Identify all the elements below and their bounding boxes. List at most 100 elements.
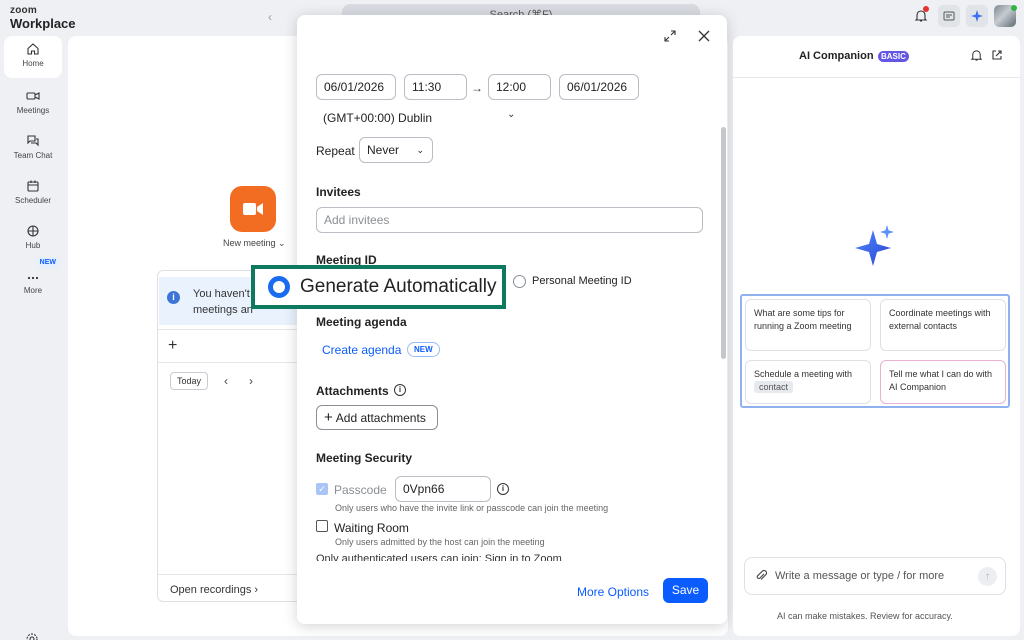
meeting-security-title: Meeting Security: [316, 451, 413, 465]
scrollbar[interactable]: [721, 127, 726, 359]
passcode-info-icon[interactable]: i: [497, 483, 509, 495]
plus-icon: +: [324, 409, 333, 426]
prev-day-chevron-icon[interactable]: ‹: [224, 374, 228, 388]
contact-pill: contact: [754, 381, 794, 393]
video-icon: [26, 92, 40, 100]
sidebar-item-label: Meetings: [16, 106, 50, 115]
logo-workplace-text: Workplace: [10, 16, 76, 31]
bell-icon[interactable]: [970, 49, 983, 65]
passcode-input[interactable]: 0Vpn66: [395, 476, 491, 502]
ai-sparkle-icon: [851, 222, 899, 273]
waiting-room-label: Waiting Room: [334, 521, 409, 535]
back-arrow-icon[interactable]: ‹: [268, 10, 272, 24]
sidebar-item-label: More: [23, 286, 43, 295]
divider: [733, 77, 1020, 78]
authenticated-users-label: Only authenticated users can join: Sign …: [316, 553, 562, 561]
sidebar-item-meetings[interactable]: Meetings: [4, 83, 62, 125]
new-meeting-button[interactable]: [230, 186, 276, 232]
basic-badge: BASIC: [878, 51, 909, 62]
expand-icon[interactable]: [663, 29, 677, 46]
top-right-icons: [910, 5, 1017, 27]
ai-disclaimer: AI can make mistakes. Review for accurac…: [777, 611, 953, 621]
suggestion-card[interactable]: Schedule a meeting with contact: [745, 360, 871, 404]
dialog-footer: More Options Save: [297, 575, 727, 624]
passcode-hint: Only users who have the invite link or p…: [335, 503, 609, 513]
whiteboard-icon[interactable]: [938, 5, 960, 27]
chat-icon: [27, 135, 39, 147]
today-button[interactable]: Today: [170, 372, 209, 390]
waiting-room-hint: Only users admitted by the host can join…: [335, 537, 545, 547]
end-time-field[interactable]: 12:00: [488, 74, 551, 100]
hub-icon: [27, 225, 39, 237]
sidebar-item-scheduler[interactable]: Scheduler: [4, 173, 62, 215]
waiting-room-checkbox[interactable]: [316, 520, 328, 532]
logo-zoom-text: zoom: [10, 5, 37, 16]
personal-meeting-id-label: Personal Meeting ID: [532, 275, 632, 287]
authenticated-users-row[interactable]: Only authenticated users can join: Sign …: [316, 553, 596, 561]
sidebar-item-home[interactable]: Home: [4, 36, 62, 78]
sidebar-item-more[interactable]: More NEW: [4, 257, 62, 305]
ai-input-placeholder: Write a message or type / for more: [775, 570, 945, 582]
calendar-icon: [27, 180, 39, 192]
personal-meeting-id-radio[interactable]: [513, 275, 526, 288]
info-icon[interactable]: i: [394, 384, 406, 396]
sidebar: Home Meetings Team Chat Scheduler Hub Mo…: [0, 32, 66, 640]
new-meeting-label: New meeting ⌄: [223, 238, 286, 248]
repeat-value: Never: [367, 143, 400, 157]
chevron-down-icon[interactable]: ⌄: [507, 109, 515, 120]
suggestion-card[interactable]: Tell me what I can do with AI Companion: [880, 360, 1006, 404]
arrow-right-icon: →: [471, 81, 483, 95]
suggestions-grid: What are some tips for running a Zoom me…: [740, 294, 1010, 408]
add-meeting-plus-icon[interactable]: +: [158, 329, 306, 363]
attachments-title: Attachments: [316, 384, 389, 398]
repeat-select[interactable]: Never ⌄: [359, 137, 433, 163]
start-date-field[interactable]: 06/01/2026: [316, 74, 396, 100]
sidebar-item-label: Home: [22, 59, 44, 68]
start-time-field[interactable]: 11:30: [404, 74, 467, 100]
generate-automatically-radio[interactable]: [268, 276, 290, 298]
suggestion-card[interactable]: Coordinate meetings with external contac…: [880, 299, 1006, 351]
sidebar-item-label: Hub: [25, 241, 41, 250]
ai-companion-sparkle-icon[interactable]: [966, 5, 988, 27]
sidebar-item-label: Team Chat: [13, 151, 53, 160]
save-button[interactable]: Save: [663, 578, 708, 603]
passcode-checkbox[interactable]: ✓: [316, 483, 328, 495]
new-badge: NEW: [35, 257, 60, 268]
send-arrow-icon[interactable]: ↑: [978, 567, 997, 586]
timezone-select[interactable]: (GMT+00:00) Dublin: [323, 111, 432, 125]
generate-automatically-option[interactable]: Generate Automatically: [251, 265, 506, 309]
video-camera-icon: [243, 203, 263, 215]
add-attachments-label: Add attachments: [335, 411, 426, 425]
repeat-label: Repeat: [316, 144, 355, 158]
suggestion-card[interactable]: What are some tips for running a Zoom me…: [745, 299, 871, 351]
user-avatar[interactable]: [994, 5, 1017, 27]
paperclip-icon[interactable]: [755, 569, 768, 585]
sidebar-item-team-chat[interactable]: Team Chat: [4, 128, 62, 170]
suggestion-text: Schedule a meeting with: [754, 369, 853, 379]
presence-dot: [1011, 5, 1017, 11]
notifications-bell-icon[interactable]: [910, 5, 932, 27]
close-icon[interactable]: [697, 29, 711, 46]
invitees-title: Invitees: [316, 185, 361, 199]
home-icon: [27, 43, 39, 55]
sidebar-item-hub[interactable]: Hub: [4, 218, 62, 260]
app-logo: zoom Workplace: [10, 5, 76, 31]
invitees-input[interactable]: Add invitees: [316, 207, 703, 233]
notification-dot: [923, 6, 929, 12]
ai-companion-title: AI Companion: [799, 50, 874, 62]
meeting-agenda-title: Meeting agenda: [316, 315, 407, 329]
settings-gear-icon[interactable]: [25, 632, 39, 640]
agenda-new-badge: NEW: [407, 342, 440, 357]
create-agenda-link[interactable]: Create agenda: [322, 343, 401, 357]
passcode-label: Passcode: [334, 483, 387, 497]
next-day-chevron-icon[interactable]: ›: [249, 374, 253, 388]
info-icon: i: [167, 291, 180, 304]
add-attachments-button[interactable]: + Add attachments: [316, 405, 438, 430]
open-recordings-link[interactable]: Open recordings ›: [158, 574, 306, 604]
sidebar-item-label: Scheduler: [14, 196, 52, 205]
ai-message-input[interactable]: Write a message or type / for more ↑: [744, 557, 1006, 595]
end-date-field[interactable]: 06/01/2026: [559, 74, 639, 100]
new-meeting-label-text: New meeting: [223, 238, 276, 248]
pop-out-icon[interactable]: [991, 49, 1003, 64]
more-options-link[interactable]: More Options: [577, 585, 649, 599]
